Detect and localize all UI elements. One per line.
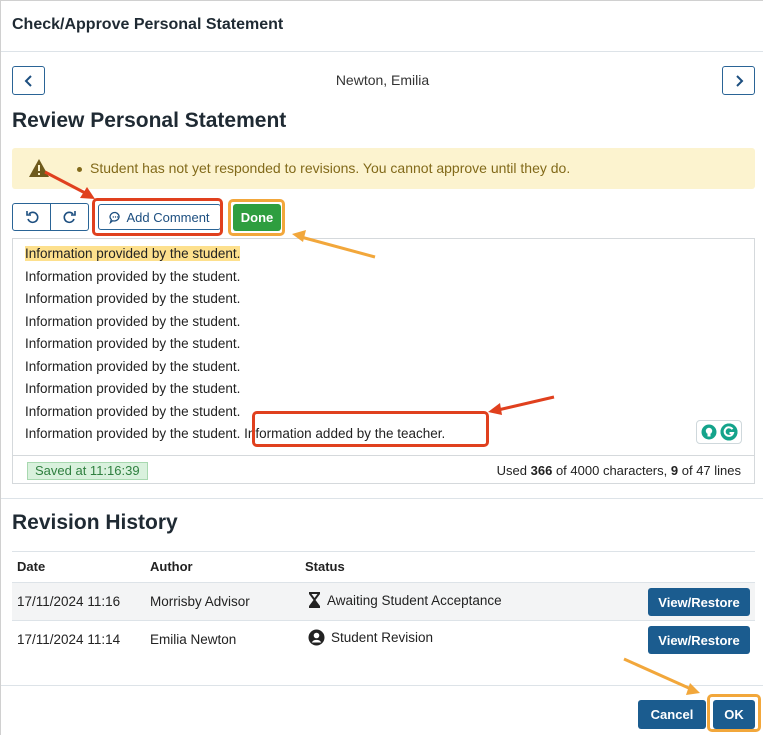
statement-line: Information provided by the student. Inf… bbox=[25, 426, 445, 441]
alert-bullet bbox=[77, 167, 82, 172]
warning-alert: Student has not yet responded to revisio… bbox=[12, 148, 755, 189]
character-counter: Used 366 of 4000 characters, 9 of 47 lin… bbox=[497, 463, 741, 478]
table-row: 17/11/2024 11:14 Emilia Newton Student R… bbox=[12, 620, 755, 658]
statement-line-text: Information provided by the student. bbox=[25, 426, 241, 441]
table-row: 17/11/2024 11:16 Morrisby Advisor Awaiti… bbox=[12, 582, 755, 620]
grammarly-widget[interactable] bbox=[696, 420, 742, 444]
teacher-added-text: Information added by the teacher. bbox=[240, 426, 446, 441]
chars-used-count: 366 bbox=[530, 463, 553, 478]
statement-line: Information provided by the student. bbox=[25, 336, 241, 351]
statement-line: Information provided by the student. bbox=[25, 404, 241, 419]
statement-line: Information provided by the student. bbox=[25, 291, 241, 306]
statement-line: Information provided by the student. bbox=[25, 359, 241, 374]
review-section-title: Review Personal Statement bbox=[12, 109, 287, 132]
column-header-date: Date bbox=[17, 559, 46, 574]
chars-suffix: of 4000 characters, bbox=[555, 463, 668, 478]
highlighted-line-text: Information provided by the student. bbox=[25, 246, 241, 261]
done-button[interactable]: Done bbox=[233, 204, 281, 231]
student-name: Newton, Emilia bbox=[335, 72, 430, 88]
column-header-author: Author bbox=[150, 559, 193, 574]
lines-suffix: of 47 lines bbox=[681, 463, 741, 478]
grammarly-icon bbox=[720, 423, 737, 441]
revision-status-text: Awaiting Student Acceptance bbox=[327, 592, 502, 608]
revision-date: 17/11/2024 11:14 bbox=[17, 632, 121, 647]
chevron-right-icon bbox=[735, 74, 743, 87]
undo-icon bbox=[25, 211, 38, 224]
arrow-to-ok-icon bbox=[623, 657, 700, 695]
view-restore-button[interactable]: View/Restore bbox=[648, 626, 750, 654]
add-comment-label: Add Comment bbox=[126, 209, 210, 225]
dialog-header: Check/Approve Personal Statement bbox=[1, 1, 763, 52]
revision-status-text: Student Revision bbox=[331, 630, 434, 645]
view-restore-button[interactable]: View/Restore bbox=[648, 588, 750, 616]
redo-button[interactable] bbox=[50, 204, 88, 230]
column-header-status: Status bbox=[305, 559, 345, 574]
revision-author: Morrisby Advisor bbox=[150, 594, 250, 609]
statement-line: Information provided by the student. bbox=[25, 269, 241, 284]
statement-editor[interactable]: Information provided by the student. Inf… bbox=[12, 238, 755, 484]
section-divider bbox=[1, 498, 763, 499]
comment-icon bbox=[109, 211, 121, 224]
next-student-button[interactable] bbox=[722, 66, 755, 95]
revision-status: Student Revision bbox=[308, 629, 433, 646]
saved-status-badge: Saved at 11:16:39 bbox=[27, 462, 148, 480]
statement-line: Information provided by the student. bbox=[25, 246, 241, 261]
cancel-button[interactable]: Cancel bbox=[638, 700, 706, 729]
history-section-title: Revision History bbox=[12, 511, 178, 534]
ok-button[interactable]: OK bbox=[713, 700, 755, 729]
lightbulb-icon bbox=[701, 424, 716, 440]
warning-icon bbox=[29, 159, 49, 177]
alert-message: Student has not yet responded to revisio… bbox=[90, 160, 571, 176]
undo-button[interactable] bbox=[13, 204, 50, 230]
add-comment-button[interactable]: Add Comment bbox=[98, 204, 221, 230]
counter-prefix: Used bbox=[496, 463, 527, 478]
revision-author: Emilia Newton bbox=[150, 632, 237, 647]
table-header-row: Date Author Status bbox=[12, 551, 755, 582]
revision-date: 17/11/2024 11:16 bbox=[17, 594, 121, 609]
approve-dialog: Check/Approve Personal Statement Newton,… bbox=[0, 0, 763, 735]
lines-used-count: 9 bbox=[670, 463, 679, 478]
dialog-title: Check/Approve Personal Statement bbox=[12, 16, 284, 33]
undo-redo-group bbox=[12, 203, 89, 231]
statement-line: Information provided by the student. bbox=[25, 314, 241, 329]
revision-status: Awaiting Student Acceptance bbox=[308, 591, 502, 609]
user-circle-icon bbox=[308, 629, 325, 646]
hourglass-icon bbox=[309, 592, 320, 608]
editor-footer: Saved at 11:16:39 Used 366 of 4000 chara… bbox=[13, 455, 754, 484]
statement-line: Information provided by the student. bbox=[25, 381, 241, 396]
redo-icon bbox=[63, 211, 76, 224]
footer-divider bbox=[1, 685, 763, 686]
